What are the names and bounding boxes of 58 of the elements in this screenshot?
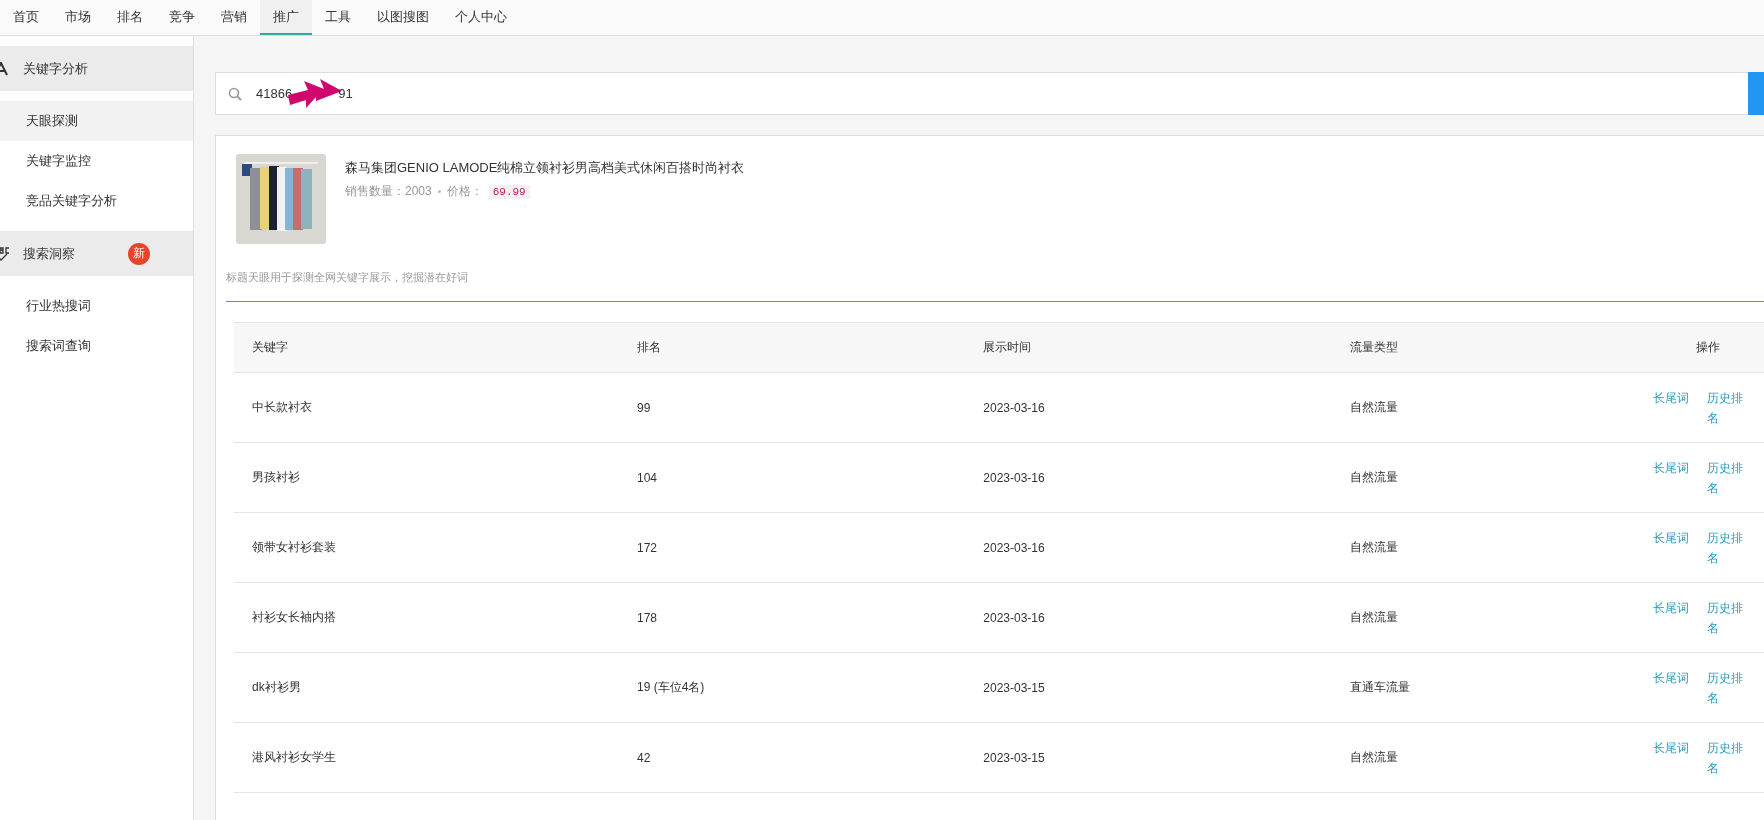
search-text: 41866 (256, 86, 293, 101)
table-cell: 自然流量 (1349, 469, 1398, 486)
sidebar-item[interactable]: 竞品关键字分析 (0, 181, 193, 221)
table-cell: 自然流量 (1349, 399, 1398, 416)
table-cell: 178 (637, 610, 657, 625)
table-cell: 42 (637, 750, 651, 765)
table-cell: 港风衬衫女学生 (252, 749, 336, 766)
table-cell: 172 (637, 540, 657, 555)
table-cell: 自然流量 (1349, 749, 1398, 766)
sidebar-item[interactable]: 天眼探测 (0, 101, 193, 141)
group-label: 关键字分析 (23, 59, 89, 78)
group-label: 搜索洞察 (23, 244, 76, 263)
table-cell: 2023-03-16 (983, 470, 1045, 485)
nav-tab[interactable]: 个人中心 (442, 0, 520, 35)
price-label: 价格： (446, 183, 483, 200)
hint-text: 标题天眼用于探测全网关键字展示，挖掘潜在好词 (226, 270, 469, 285)
nav-tab[interactable]: 工具 (312, 0, 364, 35)
column-header: 流量类型 (1349, 339, 1398, 356)
table-cell: 2023-03-16 (983, 400, 1045, 415)
table-cell: 2023-03-15 (983, 680, 1045, 695)
sales-count: 销售数量：2003 (345, 183, 432, 200)
table-cell: 领带女衬衫套装 (252, 539, 336, 556)
price-value: 69.99 (488, 184, 530, 199)
table-cell: 男孩衬衫 (252, 469, 300, 486)
search-button[interactable] (1748, 72, 1764, 115)
table-cell: 2023-03-16 (983, 610, 1045, 625)
table-cell: 99 (637, 400, 651, 415)
table-cell: 2023-03-16 (983, 540, 1045, 555)
product-title: 森马集团GENIO LAMODE纯棉立领衬衫男高档美式休闲百搭时尚衬衣 (345, 159, 745, 177)
column-header: 展示时间 (983, 339, 1032, 356)
nav-tab[interactable]: 营销 (208, 0, 260, 35)
table-cell: 2023-03-15 (983, 750, 1045, 765)
table-cell: 19 (车位4名) (637, 679, 705, 696)
column-header: 排名 (637, 339, 661, 356)
table-cell: 104 (637, 470, 657, 485)
table-cell: 直通车流量 (1349, 679, 1410, 696)
table-cell: dk衬衫男 (252, 679, 301, 696)
sidebar-item[interactable]: 行业热搜词 (0, 286, 193, 326)
nav-tab[interactable]: 竞争 (156, 0, 208, 35)
search-icon (228, 86, 242, 101)
new-badge: 新 (128, 242, 150, 265)
nav-tab[interactable]: 推广 (260, 0, 312, 35)
table-cell: 自然流量 (1349, 609, 1398, 626)
sidebar-item[interactable]: 搜索词查询 (0, 326, 193, 366)
nav-tab[interactable]: 市场 (52, 0, 104, 35)
table-cell: 衬衫女长袖内搭 (252, 609, 336, 626)
sidebar-group-header[interactable]: 关键字分析 (0, 46, 193, 91)
column-header: 操作 (1695, 339, 1720, 356)
sidebar-item[interactable]: 关键字监控 (0, 141, 193, 181)
search-field[interactable]: 41866 91 (215, 72, 1764, 115)
nav-tab[interactable]: 以图搜图 (364, 0, 442, 35)
sidebar-group-header[interactable]: 搜索洞察 新 (0, 231, 193, 276)
nav-tab[interactable]: 排名 (104, 0, 156, 35)
nav-tab[interactable]: 首页 (0, 0, 52, 35)
table-cell: 中长款衬衣 (252, 399, 312, 416)
table-cell: 自然流量 (1349, 539, 1398, 556)
column-header: 关键字 (252, 339, 288, 356)
search-text: 91 (338, 86, 353, 101)
